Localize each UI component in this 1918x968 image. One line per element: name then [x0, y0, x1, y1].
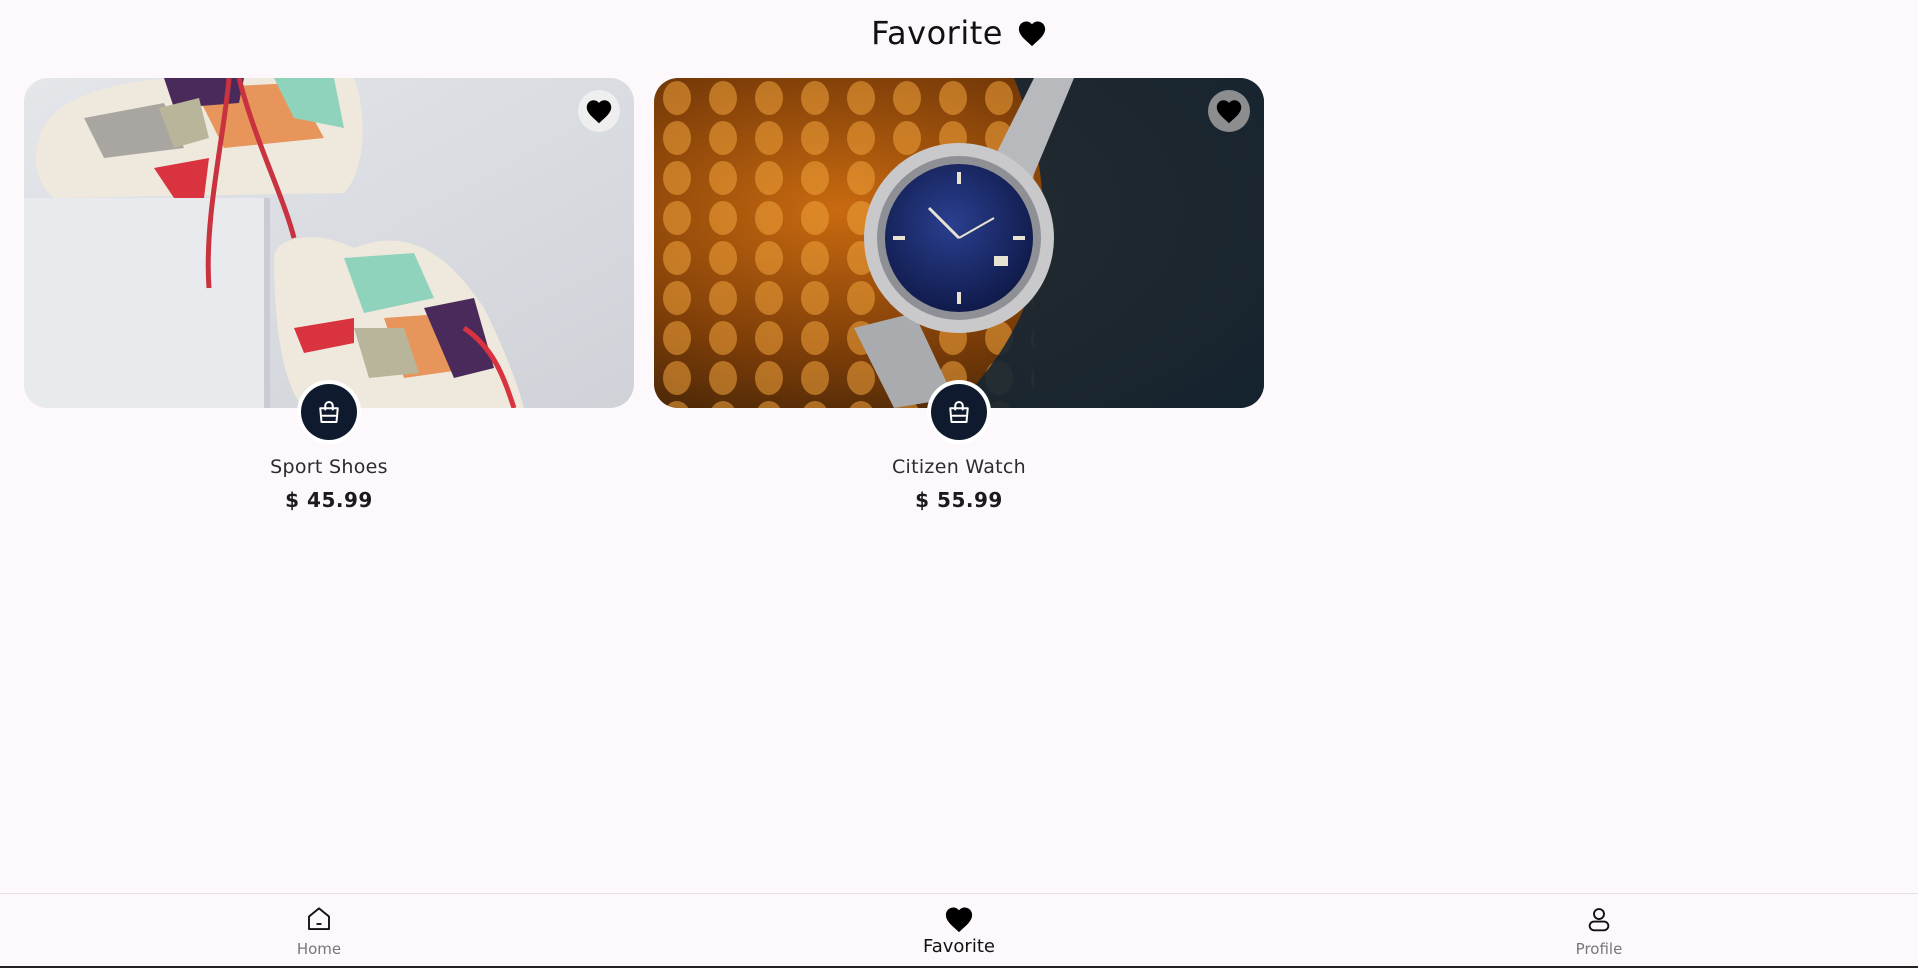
citizen-watch-image[interactable]: [654, 78, 1264, 408]
home-icon: [308, 907, 330, 930]
product-price: $ 45.99: [285, 488, 373, 512]
product-card[interactable]: Citizen Watch $ 55.99: [654, 78, 1264, 512]
shopping-bag-icon: [949, 401, 969, 423]
page-header: Favorite: [0, 0, 1918, 66]
shopping-bag-icon: [319, 401, 339, 423]
favorites-grid: Sport Shoes $ 45.99 Citizen Watch $ 55.9…: [24, 78, 1264, 512]
heart-icon: [1216, 100, 1242, 124]
nav-label-favorite: Favorite: [923, 936, 995, 957]
sport-shoes-image[interactable]: [24, 78, 634, 408]
profile-icon: [1588, 908, 1610, 932]
nav-item-favorite[interactable]: Favorite: [899, 904, 1019, 957]
product-name: Sport Shoes: [270, 456, 388, 478]
nav-item-home[interactable]: Home: [259, 904, 379, 958]
favorite-toggle[interactable]: [578, 90, 620, 132]
favorite-toggle[interactable]: [1208, 90, 1250, 132]
bottom-navigation: Home Favorite Profile: [0, 893, 1918, 968]
nav-label-home: Home: [296, 940, 342, 958]
heart-icon: [945, 907, 973, 933]
page-title: Favorite: [871, 14, 1003, 52]
product-name: Citizen Watch: [891, 456, 1027, 478]
citizen-watch-photo: [654, 78, 1264, 408]
add-to-cart-button[interactable]: [297, 380, 361, 444]
nav-label-profile: Profile: [1575, 940, 1623, 958]
sport-shoes-photo: [24, 78, 634, 408]
nav-item-profile[interactable]: Profile: [1539, 904, 1659, 958]
product-price: $ 55.99: [915, 488, 1003, 512]
heart-icon: [1018, 21, 1046, 47]
add-to-cart-button[interactable]: [927, 380, 991, 444]
product-card[interactable]: Sport Shoes $ 45.99: [24, 78, 634, 512]
heart-icon: [586, 100, 612, 124]
